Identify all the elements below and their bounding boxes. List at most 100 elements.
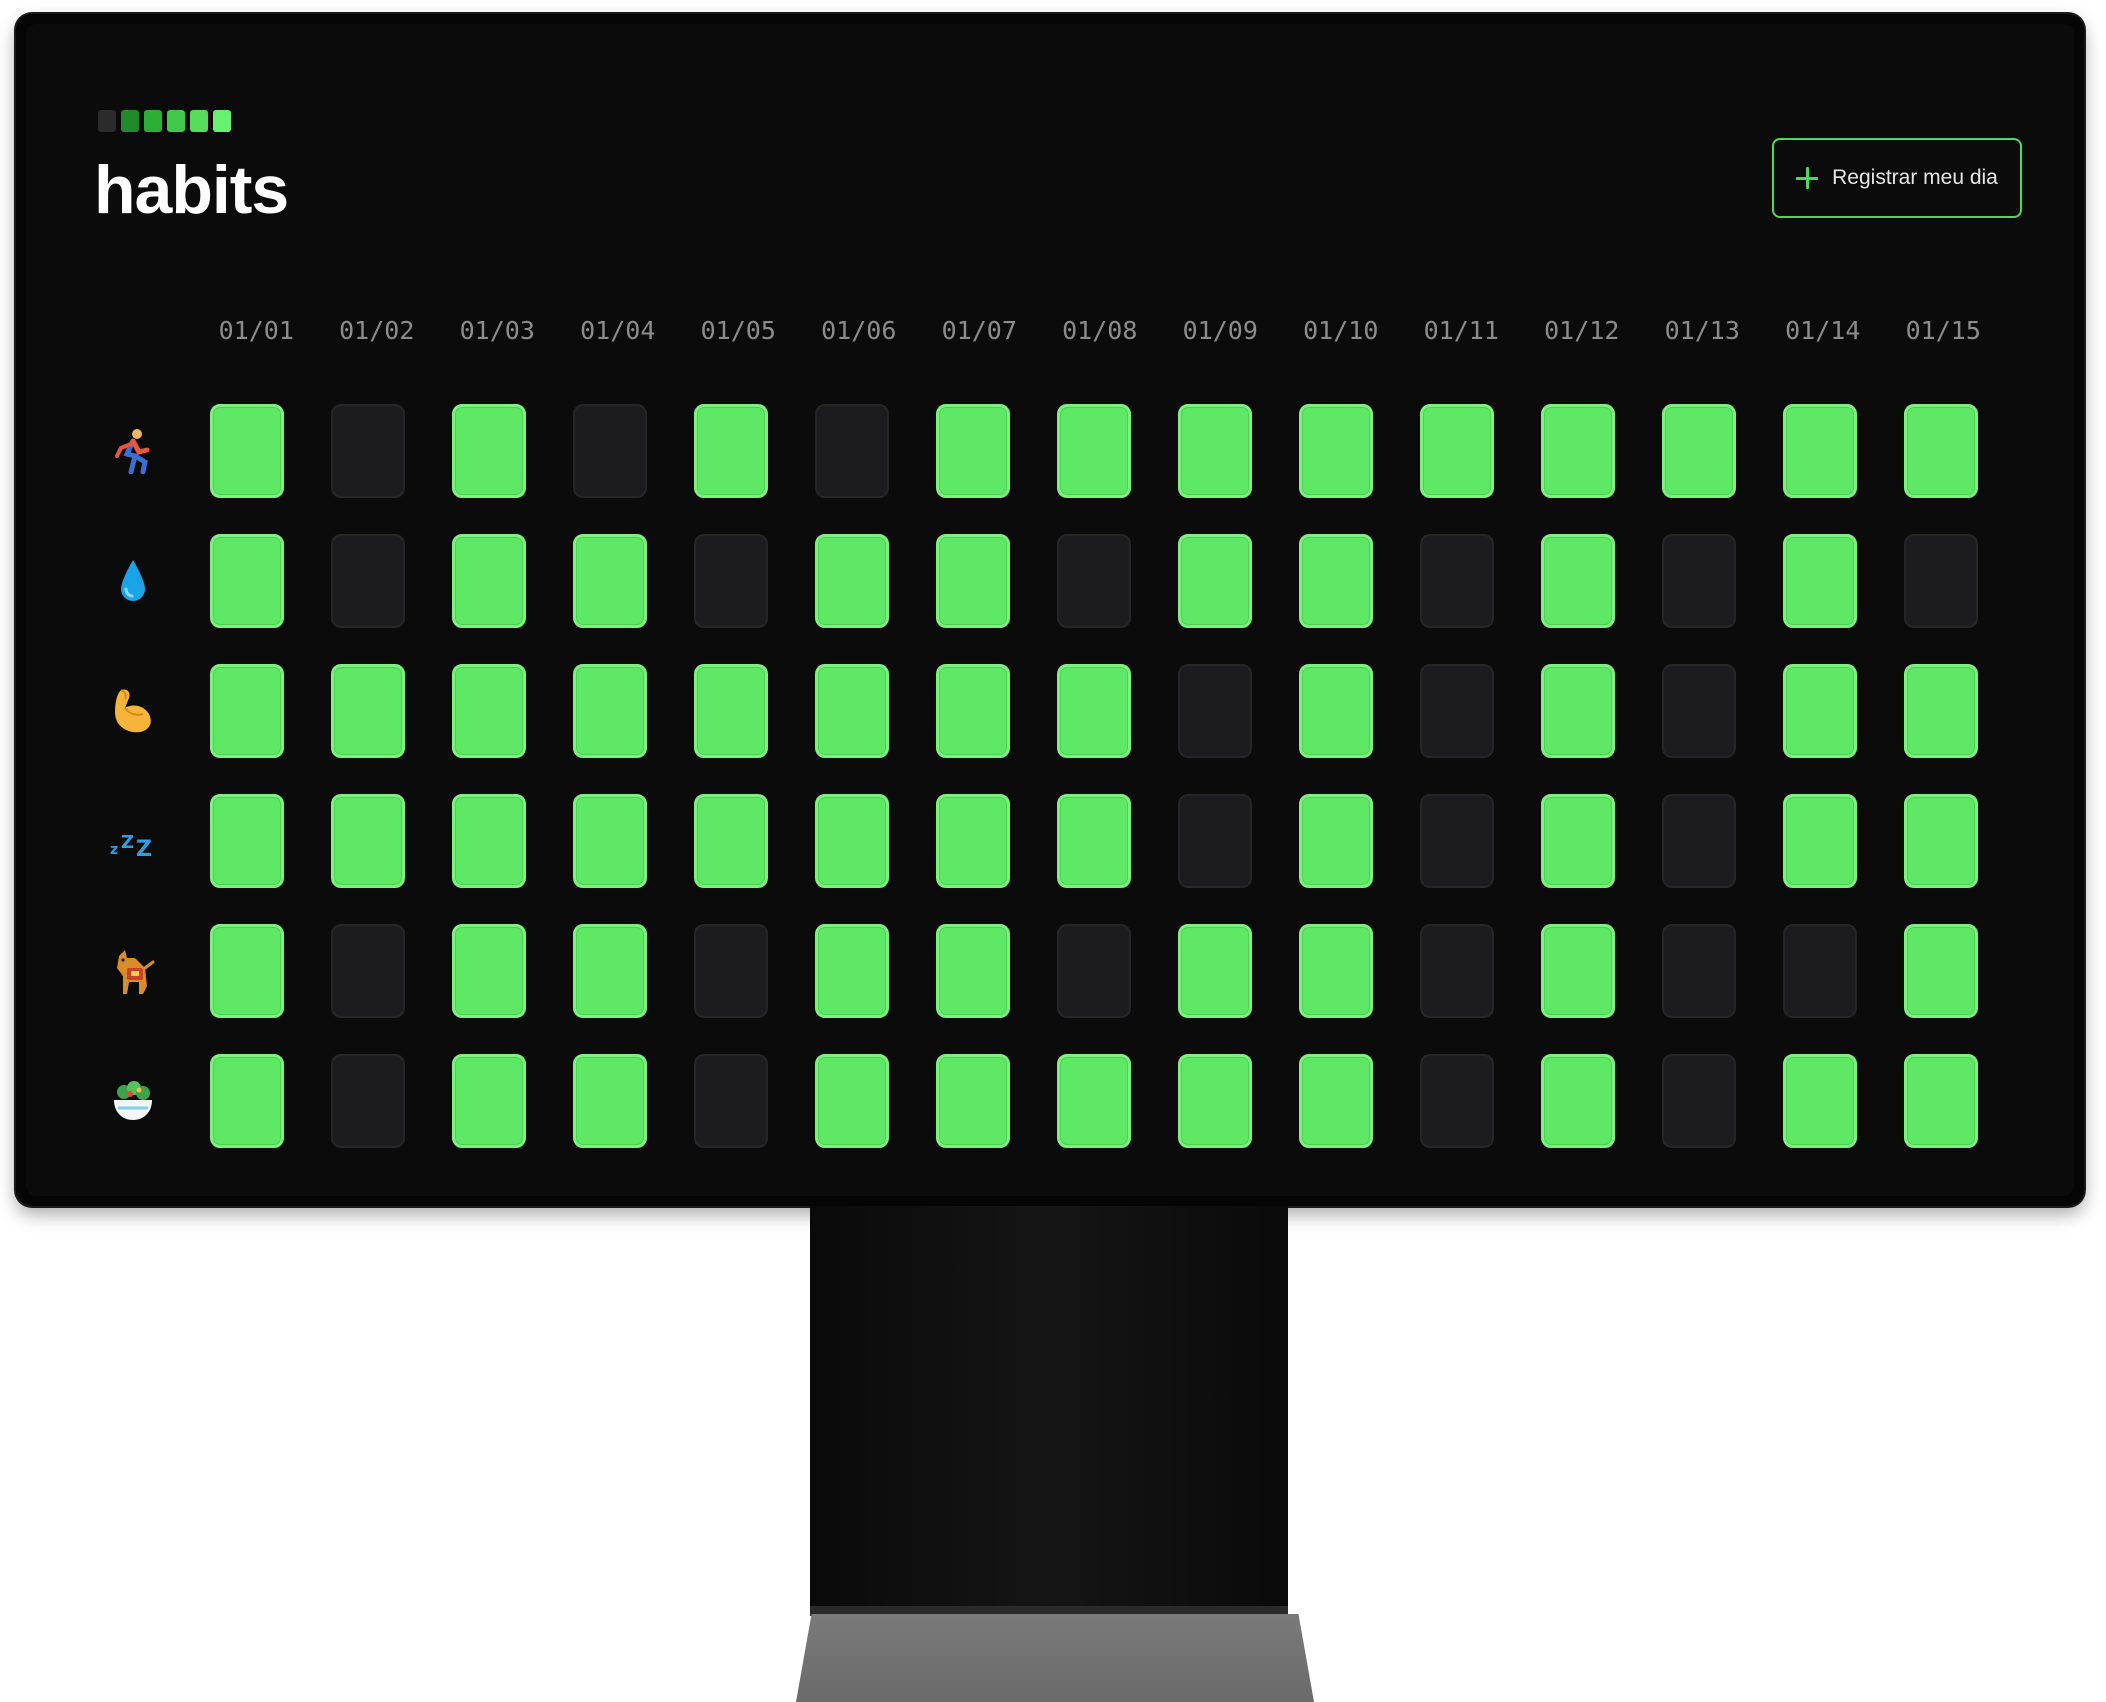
habit-cell-done[interactable]: [573, 664, 647, 758]
habit-cell-done[interactable]: [1299, 404, 1373, 498]
habit-cell-done[interactable]: [210, 1054, 284, 1148]
habit-cell-done[interactable]: [815, 924, 889, 1018]
svg-text:Z: Z: [121, 832, 134, 853]
habit-cell-not-done[interactable]: [1783, 924, 1857, 1018]
habit-cell-done[interactable]: [936, 1054, 1010, 1148]
habit-cell-not-done[interactable]: [1420, 1054, 1494, 1148]
habit-cell-done[interactable]: [573, 1054, 647, 1148]
habit-cell-not-done[interactable]: [694, 534, 768, 628]
habit-cell-done[interactable]: [1904, 664, 1978, 758]
habit-cell-done[interactable]: [452, 664, 526, 758]
habit-cell-not-done[interactable]: [1178, 794, 1252, 888]
habit-cell-done[interactable]: [210, 794, 284, 888]
habit-cell-not-done[interactable]: [815, 404, 889, 498]
habit-cell-not-done[interactable]: [1420, 534, 1494, 628]
habit-cells: [210, 1054, 1978, 1148]
habit-cell-not-done[interactable]: [1420, 794, 1494, 888]
habit-cell-done[interactable]: [936, 794, 1010, 888]
logo-bar: [144, 110, 162, 132]
habit-cell-not-done[interactable]: [694, 1054, 768, 1148]
habit-cell-not-done[interactable]: [1178, 664, 1252, 758]
habit-cell-not-done[interactable]: [1057, 924, 1131, 1018]
app-screen: habits Registrar meu dia 01/01 01/02 01/03…: [26, 24, 2074, 1196]
habit-cell-done[interactable]: [1541, 534, 1615, 628]
habit-cell-done[interactable]: [936, 924, 1010, 1018]
habit-cell-done[interactable]: [1057, 664, 1131, 758]
habit-cell-done[interactable]: [1299, 794, 1373, 888]
habit-cell-done[interactable]: [1057, 404, 1131, 498]
habit-cell-done[interactable]: [694, 404, 768, 498]
habit-cell-not-done[interactable]: [694, 924, 768, 1018]
habit-cell-done[interactable]: [573, 794, 647, 888]
habit-cell-not-done[interactable]: [1662, 1054, 1736, 1148]
habit-cell-done[interactable]: [1904, 794, 1978, 888]
habit-cell-not-done[interactable]: [1662, 534, 1736, 628]
habit-cell-done[interactable]: [331, 794, 405, 888]
habit-cell-done[interactable]: [210, 534, 284, 628]
habit-cell-done[interactable]: [815, 664, 889, 758]
habit-cell-not-done[interactable]: [1904, 534, 1978, 628]
habit-cell-not-done[interactable]: [1420, 924, 1494, 1018]
habit-cell-done[interactable]: [815, 1054, 889, 1148]
habit-cell-done[interactable]: [452, 534, 526, 628]
habit-cell-done[interactable]: [452, 924, 526, 1018]
habit-cell-not-done[interactable]: [1662, 664, 1736, 758]
habit-cell-done[interactable]: [1299, 534, 1373, 628]
habit-cell-not-done[interactable]: [1057, 534, 1131, 628]
habit-cell-done[interactable]: [1178, 924, 1252, 1018]
habit-cell-done[interactable]: [1541, 794, 1615, 888]
habit-cell-done[interactable]: [210, 664, 284, 758]
habit-cell-done[interactable]: [1299, 924, 1373, 1018]
habit-cell-done[interactable]: [1541, 1054, 1615, 1148]
habit-cell-done[interactable]: [452, 404, 526, 498]
habit-cell-done[interactable]: [331, 664, 405, 758]
habit-cell-done[interactable]: [936, 534, 1010, 628]
habit-cell-not-done[interactable]: [1420, 664, 1494, 758]
habit-cell-done[interactable]: [1783, 404, 1857, 498]
habit-cell-done[interactable]: [1904, 924, 1978, 1018]
habit-cell-done[interactable]: [1904, 404, 1978, 498]
habit-cell-not-done[interactable]: [331, 534, 405, 628]
habit-cell-done[interactable]: [1541, 924, 1615, 1018]
habit-cell-done[interactable]: [936, 664, 1010, 758]
habit-cell-done[interactable]: [452, 794, 526, 888]
register-day-button[interactable]: Registrar meu dia: [1772, 138, 2022, 218]
habit-cell-done[interactable]: [815, 794, 889, 888]
habit-cell-done[interactable]: [1420, 404, 1494, 498]
svg-text:Z: Z: [136, 837, 152, 858]
habit-cell-done[interactable]: [210, 404, 284, 498]
habit-cell-done[interactable]: [1783, 794, 1857, 888]
habit-cell-done[interactable]: [1178, 404, 1252, 498]
habit-cell-done[interactable]: [694, 794, 768, 888]
habit-cell-done[interactable]: [1299, 664, 1373, 758]
date-header-row: 01/01 01/02 01/03 01/04 01/05 01/06 01/07 01/08…: [196, 316, 2004, 345]
habit-cells: [210, 404, 1978, 498]
habit-cell-done[interactable]: [1178, 534, 1252, 628]
habit-cell-done[interactable]: [1178, 1054, 1252, 1148]
habit-cell-done[interactable]: [694, 664, 768, 758]
habit-cell-not-done[interactable]: [1662, 924, 1736, 1018]
habit-cell-done[interactable]: [1783, 534, 1857, 628]
habit-cell-not-done[interactable]: [331, 404, 405, 498]
habit-cell-done[interactable]: [1662, 404, 1736, 498]
habit-cell-done[interactable]: [1783, 664, 1857, 758]
habit-cell-not-done[interactable]: [1662, 794, 1736, 888]
habit-cell-not-done[interactable]: [573, 404, 647, 498]
habit-cell-done[interactable]: [1541, 664, 1615, 758]
habit-cell-done[interactable]: [452, 1054, 526, 1148]
habit-cell-done[interactable]: [815, 534, 889, 628]
habit-cell-not-done[interactable]: [331, 1054, 405, 1148]
habit-cell-done[interactable]: [1541, 404, 1615, 498]
habit-row: [86, 1036, 1978, 1166]
habit-cell-done[interactable]: [573, 924, 647, 1018]
habit-cell-not-done[interactable]: [331, 924, 405, 1018]
habit-cell-done[interactable]: [573, 534, 647, 628]
habit-cell-done[interactable]: [1057, 1054, 1131, 1148]
habit-cell-done[interactable]: [1057, 794, 1131, 888]
habit-cell-done[interactable]: [936, 404, 1010, 498]
habit-cell-done[interactable]: [1783, 1054, 1857, 1148]
logo-bar: [167, 110, 185, 132]
habit-cell-done[interactable]: [210, 924, 284, 1018]
habit-cell-done[interactable]: [1904, 1054, 1978, 1148]
habit-cell-done[interactable]: [1299, 1054, 1373, 1148]
